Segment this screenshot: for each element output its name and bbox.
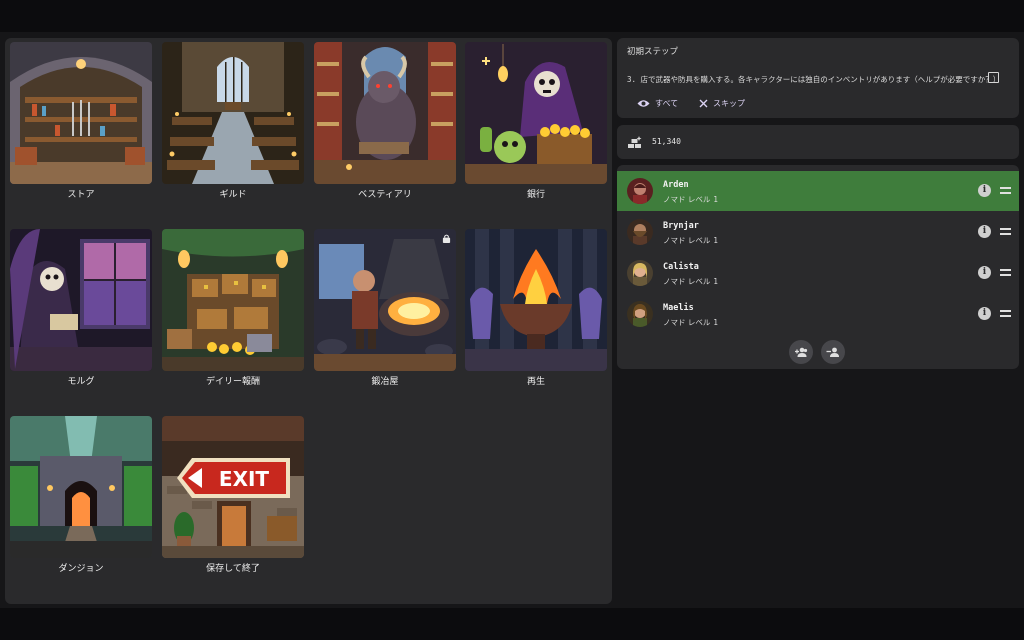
info-icon[interactable]: i: [978, 184, 991, 197]
bank-image: [465, 42, 607, 184]
drag-handle-icon[interactable]: [1000, 269, 1011, 276]
steps-title: 初期ステップ: [627, 47, 679, 57]
initial-steps-card: 初期ステップ 3. 店で武器や防具を購入する。各キャラクターには独自のインベント…: [617, 38, 1019, 118]
character-name: Maelis: [663, 303, 694, 313]
blacksmith-image: [314, 229, 456, 371]
avatar: [627, 178, 653, 204]
drag-handle-icon[interactable]: [1000, 310, 1011, 317]
location-regenerate[interactable]: 再生: [465, 229, 607, 387]
person-remove-icon: [826, 347, 839, 357]
group-add-icon: [795, 347, 808, 357]
add-group-member-button[interactable]: [789, 340, 813, 364]
gold-bars-icon: [628, 136, 642, 148]
eye-icon: [637, 100, 650, 107]
daily-reward-image: [162, 229, 304, 371]
character-name: Calista: [663, 262, 699, 272]
character-class-level: ノマド レベル 1: [663, 236, 718, 245]
info-icon[interactable]: i: [978, 225, 991, 238]
step-text[interactable]: 3. 店で武器や防具を購入する。各キャラクターには独自のインベントリがあります（…: [627, 74, 1000, 85]
locations-panel: ストア ギルド ベスティアリ 銀行 モルグ デイリー報酬 鍛冶屋 再生 ダンジョ…: [5, 38, 612, 604]
avatar: [627, 219, 653, 245]
location-dungeon[interactable]: ダンジョン: [10, 416, 152, 574]
location-label: 銀行: [526, 190, 545, 200]
location-bestiary[interactable]: ベスティアリ: [314, 42, 456, 200]
location-label: ストア: [67, 190, 95, 200]
info-icon[interactable]: i: [978, 307, 991, 320]
dungeon-image: [10, 416, 152, 558]
guild-image: [162, 42, 304, 184]
location-bank[interactable]: 銀行: [465, 42, 607, 200]
exit-sign-text: EXIT: [219, 467, 270, 491]
character-class-level: ノマド レベル 1: [663, 277, 718, 286]
avatar: [627, 260, 653, 286]
location-blacksmith[interactable]: 鍛冶屋: [314, 229, 456, 387]
gold-amount: 51,340: [652, 137, 681, 146]
show-all-label: すべて: [655, 99, 679, 108]
location-morgue[interactable]: モルグ: [10, 229, 152, 387]
avatar: [627, 301, 653, 327]
location-label: ギルド: [219, 190, 247, 200]
right-column: 初期ステップ 3. 店で武器や防具を購入する。各キャラクターには独自のインベント…: [617, 38, 1019, 369]
lock-icon: [442, 234, 451, 243]
close-icon: [699, 99, 708, 108]
location-label: 保存して終了: [206, 564, 260, 574]
location-label: ダンジョン: [58, 564, 104, 574]
location-label: 鍛冶屋: [371, 377, 399, 387]
location-save-exit[interactable]: EXIT 保存して終了: [162, 416, 304, 574]
drag-handle-icon[interactable]: [1000, 228, 1011, 235]
info-icon[interactable]: i: [978, 266, 991, 279]
gold-card: 51,340: [617, 125, 1019, 159]
remove-member-button[interactable]: [821, 340, 845, 364]
party-member-row[interactable]: Calista ノマド レベル 1 i: [617, 253, 1019, 293]
character-name: Brynjar: [663, 221, 699, 231]
party-member-row[interactable]: Brynjar ノマド レベル 1 i: [617, 212, 1019, 252]
step-checkbox[interactable]: [988, 72, 999, 83]
skip-button[interactable]: スキップ: [699, 98, 745, 109]
location-label: ベスティアリ: [358, 190, 412, 200]
save-exit-image: EXIT: [162, 416, 304, 558]
location-guild[interactable]: ギルド: [162, 42, 304, 200]
character-class-level: ノマド レベル 1: [663, 195, 718, 204]
character-name: Arden: [663, 180, 689, 190]
party-member-row[interactable]: Arden ノマド レベル 1 i: [617, 171, 1019, 211]
bestiary-image: [314, 42, 456, 184]
location-label: デイリー報酬: [205, 377, 260, 387]
store-image: [10, 42, 152, 184]
party-member-row[interactable]: Maelis ノマド レベル 1 i: [617, 294, 1019, 334]
party-card: Arden ノマド レベル 1 i Brynjar ノマド レベル 1 i Cali…: [617, 165, 1019, 369]
location-label: モルグ: [67, 377, 95, 387]
character-class-level: ノマド レベル 1: [663, 318, 718, 327]
location-label: 再生: [526, 377, 545, 387]
drag-handle-icon[interactable]: [1000, 187, 1011, 194]
show-all-button[interactable]: すべて: [637, 98, 678, 109]
skip-label: スキップ: [713, 99, 745, 108]
location-daily-reward[interactable]: デイリー報酬: [162, 229, 304, 387]
regenerate-image: [465, 229, 607, 371]
location-store[interactable]: ストア: [10, 42, 152, 200]
morgue-image: [10, 229, 152, 371]
